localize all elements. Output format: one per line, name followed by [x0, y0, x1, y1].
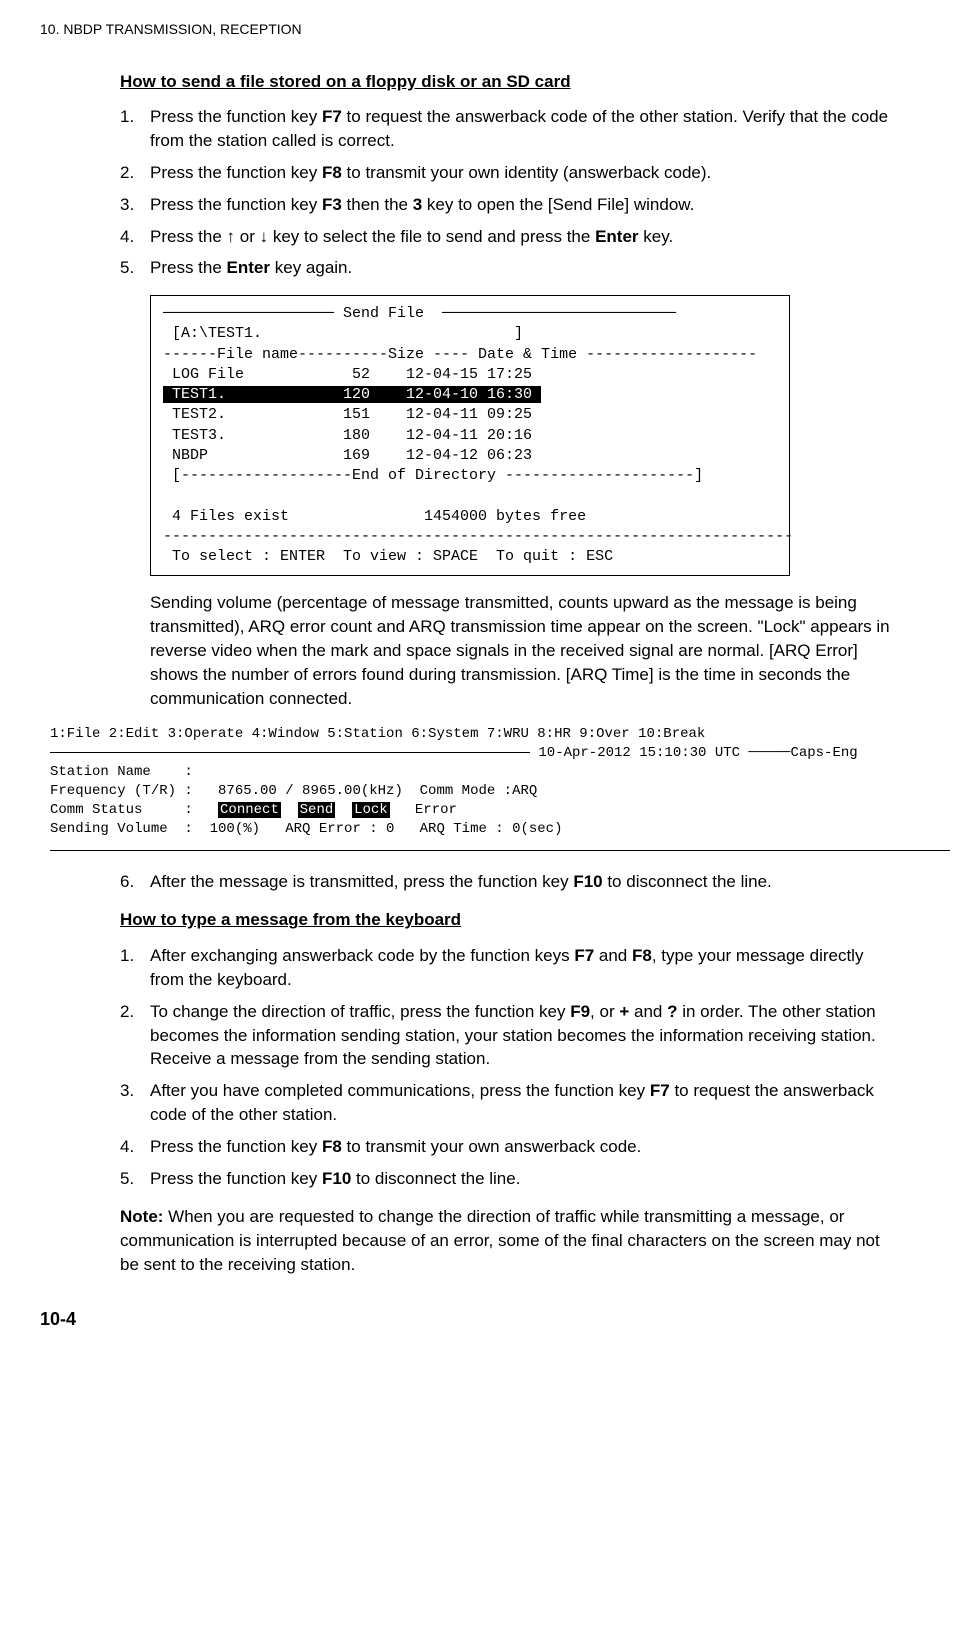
section1-steps: Press the function key F7 to request the… [120, 105, 902, 280]
section1-title: How to send a file stored on a floppy di… [120, 70, 902, 94]
paragraph-description: Sending volume (percentage of message tr… [150, 591, 902, 710]
list-item: After exchanging answerback code by the … [120, 944, 902, 992]
list-item: Press the function key F3 then the 3 key… [120, 193, 902, 217]
list-item: Press the function key F8 to transmit yo… [120, 161, 902, 185]
note-paragraph: Note: When you are requested to change t… [120, 1205, 902, 1276]
page-number: 10-4 [40, 1307, 932, 1332]
list-item: Press the function key F8 to transmit yo… [120, 1135, 902, 1159]
section1-step6: After the message is transmitted, press … [120, 870, 902, 894]
page-header: 10. NBDP TRANSMISSION, RECEPTION [40, 20, 932, 40]
step-6: After the message is transmitted, press … [120, 870, 902, 894]
section2-steps: After exchanging answerback code by the … [120, 944, 902, 1190]
list-item: Press the Enter key again. [120, 256, 902, 280]
section2-title: How to type a message from the keyboard [120, 908, 902, 932]
list-item: Press the ↑ or ↓ key to select the file … [120, 225, 902, 249]
list-item: Press the function key F10 to disconnect… [120, 1167, 902, 1191]
status-screen: 1:File 2:Edit 3:Operate 4:Window 5:Stati… [50, 725, 950, 857]
list-item: After you have completed communications,… [120, 1079, 902, 1127]
list-item: Press the function key F7 to request the… [120, 105, 902, 153]
send-file-window: ─────────────────── Send File ──────────… [150, 295, 790, 576]
list-item: To change the direction of traffic, pres… [120, 1000, 902, 1071]
